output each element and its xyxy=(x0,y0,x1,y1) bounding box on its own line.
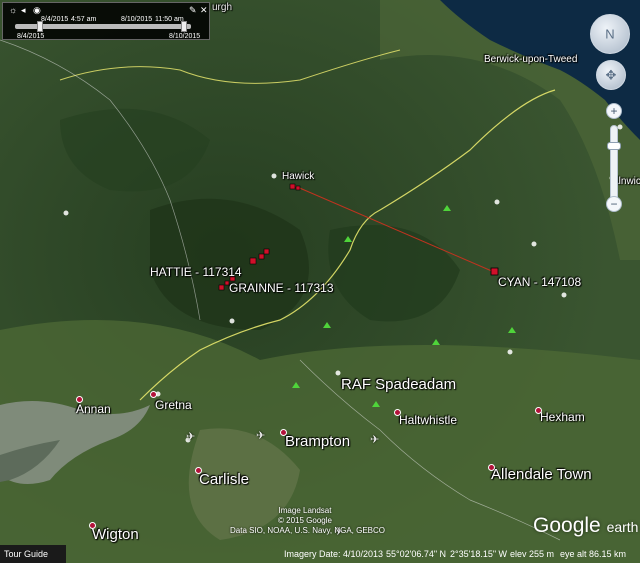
label-edinburgh-fragment: urgh xyxy=(212,2,233,13)
label-allendale: Allendale Town xyxy=(491,466,592,483)
label-hawick: Hawick xyxy=(282,171,315,182)
slider-end-bottom: 8/10/2015 xyxy=(169,33,201,40)
label-raf-spadeadam: RAF Spadeadam xyxy=(341,376,457,393)
label-cyan: CYAN - 147108 xyxy=(498,275,582,289)
logo-earth: earth xyxy=(606,519,639,535)
marker-cyan xyxy=(490,267,499,276)
logo-google: Google xyxy=(533,514,601,537)
label-carlisle: Carlisle xyxy=(199,471,250,488)
slider-end-top: 8/10/2015 xyxy=(121,16,153,23)
place-pin-icon[interactable] xyxy=(195,467,202,474)
play-icon[interactable]: ◂ xyxy=(21,6,26,15)
eye-icon[interactable]: ◉ xyxy=(33,6,41,15)
imagery-date: Imagery Date: 4/10/2013 xyxy=(284,549,384,559)
place-pin-icon[interactable] xyxy=(89,522,96,529)
slider-end-time: 11:50 am xyxy=(155,16,184,23)
label-annan: Annan xyxy=(76,402,111,416)
place-pin-icon[interactable] xyxy=(394,409,401,416)
close-icon[interactable]: ✕ xyxy=(200,6,208,15)
airport-icon: ✈ xyxy=(256,430,266,442)
place-pin-icon[interactable] xyxy=(280,429,287,436)
zoom-out-button[interactable]: − xyxy=(606,196,622,212)
slider-start-top: 8/4/2015 xyxy=(41,16,69,23)
label-brampton: Brampton xyxy=(285,433,351,450)
label-wigton: Wigton xyxy=(92,526,139,543)
latitude: 55°02'06.74" N xyxy=(386,549,447,559)
zoom-slider-thumb[interactable] xyxy=(607,142,621,150)
move-icon: ✥ xyxy=(605,67,617,83)
slider-end-handle[interactable] xyxy=(181,21,187,32)
label-grainne: GRAINNE - 117313 xyxy=(229,281,334,295)
zoom-in-icon: + xyxy=(610,104,618,118)
label-berwick: Berwick-upon-Tweed xyxy=(484,54,578,65)
zoom-out-icon: − xyxy=(610,197,618,211)
imagery-credits: Image Landsat © 2015 Google Data SIO, NO… xyxy=(230,506,385,536)
airport-icon: ✈ xyxy=(370,434,380,446)
north-arrow-icon: N xyxy=(605,26,615,42)
zoom-in-button[interactable]: + xyxy=(606,103,622,119)
label-haltwhistle: Haltwhistle xyxy=(399,413,458,427)
label-hattie: HATTIE - 117314 xyxy=(150,265,242,279)
status-bar: Imagery Date: 4/10/2013 55°02'06.74" N 2… xyxy=(270,546,640,563)
place-pin-icon[interactable] xyxy=(535,407,542,414)
slider-start-handle[interactable] xyxy=(37,21,43,32)
place-pin-icon[interactable] xyxy=(150,391,157,398)
credit-line-1: Image Landsat xyxy=(278,506,332,515)
tour-guide-label: Tour Guide xyxy=(4,549,49,559)
wrench-icon[interactable]: ✎ xyxy=(189,6,197,15)
slider-current-time: 4:57 am xyxy=(71,16,97,23)
eye-altitude: eye alt 86.15 km xyxy=(560,549,627,559)
elevation: elev 255 m xyxy=(510,549,555,559)
move-control[interactable]: ✥ xyxy=(596,60,626,90)
look-control[interactable]: N xyxy=(590,14,630,54)
label-gretna: Gretna xyxy=(155,398,192,412)
place-pin-icon[interactable] xyxy=(76,396,83,403)
airport-icon: ✈ xyxy=(186,431,196,443)
longitude: 2°35'18.15" W xyxy=(450,549,508,559)
sun-icon: ☼ xyxy=(9,5,18,15)
credit-line-3: Data SIO, NOAA, U.S. Navy, NGA, GEBCO xyxy=(230,526,385,535)
credit-line-2: © 2015 Google xyxy=(278,516,332,525)
google-earth-logo: Google earth xyxy=(533,515,638,536)
label-hexham: Hexham xyxy=(540,410,585,424)
place-pin-icon[interactable] xyxy=(488,464,495,471)
tour-guide-button[interactable]: Tour Guide xyxy=(0,545,66,563)
slider-start-bottom: 8/4/2015 xyxy=(17,33,45,40)
time-slider[interactable]: ☼ ◂ ◉ ✎ ✕ 8/4/2015 4:57 am 8/10/2015 11:… xyxy=(2,2,210,40)
